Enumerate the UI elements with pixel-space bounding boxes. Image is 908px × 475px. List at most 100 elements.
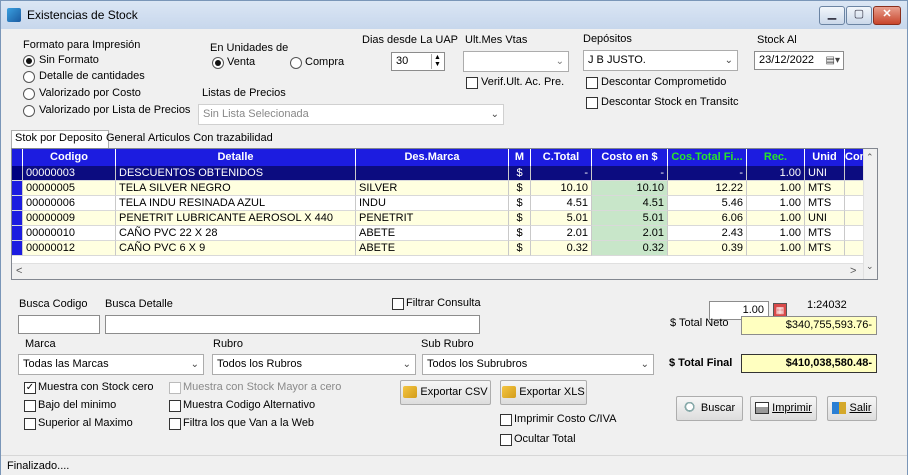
stock-cero-checkbox[interactable]: ✓ [24, 382, 36, 394]
tab-trazabilidad[interactable]: Articulos Con trazabilidad [145, 131, 281, 147]
scroll-left-icon[interactable]: < [16, 265, 22, 277]
cell-codigo[interactable]: 00000006 [23, 196, 116, 211]
ocultar-total-checkbox[interactable] [500, 434, 512, 446]
row-indicator[interactable] [12, 241, 23, 256]
cell-moneda[interactable]: $ [509, 181, 531, 196]
cell-codigo[interactable]: 00000012 [23, 241, 116, 256]
radio-sin-formato[interactable] [23, 55, 35, 67]
cell-detalle[interactable]: DESCUENTOS OBTENIDOS [116, 166, 356, 181]
table-row[interactable]: 00000010 CAÑO PVC 22 X 28 ABETE $2.01 2.01 2.… [12, 226, 877, 241]
cell-c-total[interactable]: 10.10 [531, 181, 592, 196]
cell-cos-total-fi[interactable]: 0.39 [668, 241, 747, 256]
col-detalle[interactable]: Detalle [116, 149, 356, 166]
cell-detalle[interactable]: CAÑO PVC 6 X 9 [116, 241, 356, 256]
title-bar[interactable]: Existencias de Stock ▁ ▢ ✕ [1, 1, 907, 29]
cell-c-total[interactable]: 4.51 [531, 196, 592, 211]
cell-codigo[interactable]: 00000010 [23, 226, 116, 241]
maximize-button[interactable]: ▢ [846, 6, 872, 25]
cell-costo[interactable]: 2.01 [592, 226, 668, 241]
cell-costo[interactable]: 0.32 [592, 241, 668, 256]
radio-detalle-cantidades[interactable] [23, 71, 35, 83]
col-costo[interactable]: Costo en $ [592, 149, 668, 166]
cell-marca[interactable]: INDU [356, 196, 509, 211]
cell-c-total[interactable]: 5.01 [531, 211, 592, 226]
marca-select[interactable]: Todas las Marcas ⌄ [18, 354, 204, 375]
cell-moneda[interactable]: $ [509, 196, 531, 211]
spinner-arrows-icon[interactable]: ▲ ▼ [431, 54, 443, 69]
cell-rec[interactable]: 1.00 [747, 196, 805, 211]
table-row[interactable]: 00000005 TELA SILVER NEGRO SILVER $10.10 10.… [12, 181, 877, 196]
cell-cos-total-fi[interactable]: 5.46 [668, 196, 747, 211]
busca-codigo-input[interactable] [18, 315, 100, 334]
cell-moneda[interactable]: $ [509, 241, 531, 256]
price-list-select[interactable]: Sin Lista Selecionada ⌄ [198, 104, 504, 125]
cell-detalle[interactable]: CAÑO PVC 22 X 28 [116, 226, 356, 241]
tab-general[interactable]: General [103, 131, 149, 147]
cell-rec[interactable]: 1.00 [747, 241, 805, 256]
cell-moneda[interactable]: $ [509, 226, 531, 241]
cell-c-total[interactable]: 2.01 [531, 226, 592, 241]
cell-c-total[interactable]: - [531, 166, 592, 181]
row-indicator[interactable] [12, 166, 23, 181]
imprimir-costo-checkbox[interactable] [500, 414, 512, 426]
table-row[interactable]: 00000009 PENETRIT LUBRICANTE AEROSOL X 44… [12, 211, 877, 226]
cell-marca[interactable] [356, 166, 509, 181]
row-indicator[interactable] [12, 181, 23, 196]
col-unid[interactable]: Unid [805, 149, 845, 166]
stock-mayor-cero-checkbox[interactable] [169, 382, 181, 394]
cell-rec[interactable]: 1.00 [747, 166, 805, 181]
radio-valorizado-lista[interactable] [23, 105, 35, 117]
row-indicator[interactable] [12, 196, 23, 211]
buscar-button[interactable]: Buscar [676, 396, 743, 421]
descontar-transito-checkbox[interactable] [586, 97, 598, 109]
table-row[interactable]: 00000012 CAÑO PVC 6 X 9 ABETE $0.32 0.32 0.39… [12, 241, 877, 256]
subrubro-select[interactable]: Todos los Subrubros ⌄ [422, 354, 654, 375]
col-c-total[interactable]: C.Total [531, 149, 592, 166]
bajo-minimo-checkbox[interactable] [24, 400, 36, 412]
ult-mes-select[interactable]: ⌄ [463, 51, 569, 72]
cell-unid[interactable]: UNI [805, 211, 845, 226]
cell-cos-total-fi[interactable]: 12.22 [668, 181, 747, 196]
dias-uap-spinner[interactable]: 30 ▲ ▼ [391, 52, 445, 71]
cell-marca[interactable]: SILVER [356, 181, 509, 196]
cell-rec[interactable]: 1.00 [747, 226, 805, 241]
minimize-button[interactable]: ▁ [819, 6, 845, 25]
cell-detalle[interactable]: TELA SILVER NEGRO [116, 181, 356, 196]
radio-compra[interactable] [290, 57, 302, 69]
cell-unid[interactable]: MTS [805, 181, 845, 196]
cell-rec[interactable]: 1.00 [747, 181, 805, 196]
tab-stok-por-deposito[interactable]: Stok por Deposito [11, 130, 109, 148]
codigo-alternativo-checkbox[interactable] [169, 400, 181, 412]
cell-detalle[interactable]: TELA INDU RESINADA AZUL [116, 196, 356, 211]
salir-button[interactable]: Salir [827, 396, 877, 421]
cell-codigo[interactable]: 00000009 [23, 211, 116, 226]
cell-moneda[interactable]: $ [509, 166, 531, 181]
cell-c-total[interactable]: 0.32 [531, 241, 592, 256]
superior-maximo-checkbox[interactable] [24, 418, 36, 430]
verif-ult-checkbox[interactable] [466, 77, 478, 89]
cell-marca[interactable]: PENETRIT [356, 211, 509, 226]
table-row[interactable]: 00000003 DESCUENTOS OBTENIDOS $ - - -1.00 UNI [12, 166, 877, 181]
calculator-icon[interactable]: ▦ [773, 303, 787, 317]
col-rec[interactable]: Rec. [747, 149, 805, 166]
cell-detalle[interactable]: PENETRIT LUBRICANTE AEROSOL X 440 [116, 211, 356, 226]
filtrar-consulta-checkbox[interactable] [392, 298, 404, 310]
scroll-down-icon[interactable]: ⌄ [866, 261, 874, 272]
cell-cos-total-fi[interactable]: 6.06 [668, 211, 747, 226]
cell-codigo[interactable]: 00000005 [23, 181, 116, 196]
cell-marca[interactable]: ABETE [356, 226, 509, 241]
cell-unid[interactable]: UNI [805, 166, 845, 181]
cell-unid[interactable]: MTS [805, 226, 845, 241]
cell-moneda[interactable]: $ [509, 211, 531, 226]
row-indicator[interactable] [12, 211, 23, 226]
filtra-web-checkbox[interactable] [169, 418, 181, 430]
close-button[interactable]: ✕ [873, 6, 901, 25]
deposito-select[interactable]: J B JUSTO. ⌄ [583, 50, 738, 71]
radio-valorizado-costo[interactable] [23, 88, 35, 100]
cell-codigo[interactable]: 00000003 [23, 166, 116, 181]
radio-venta[interactable] [212, 57, 224, 69]
cell-cos-total-fi[interactable]: 2.43 [668, 226, 747, 241]
scroll-up-icon[interactable]: ⌃ [866, 152, 874, 163]
cell-unid[interactable]: MTS [805, 196, 845, 211]
cell-marca[interactable]: ABETE [356, 241, 509, 256]
